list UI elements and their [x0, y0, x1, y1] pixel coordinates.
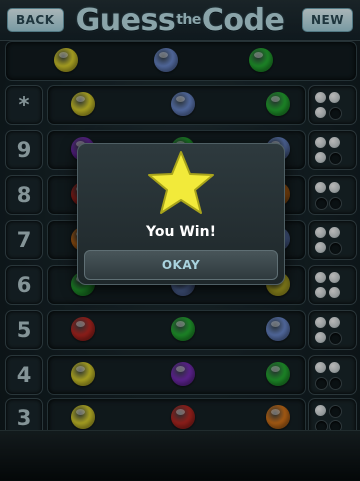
okay-button[interactable]: OKAY — [84, 250, 278, 280]
game-screen: BACK GuesstheCode NEW * 9 8 7 6 5 4 3 You Win! … — [0, 0, 360, 481]
win-message: You Win! — [146, 224, 216, 240]
star-icon — [148, 151, 214, 214]
win-dialog: You Win! OKAY — [77, 143, 285, 285]
